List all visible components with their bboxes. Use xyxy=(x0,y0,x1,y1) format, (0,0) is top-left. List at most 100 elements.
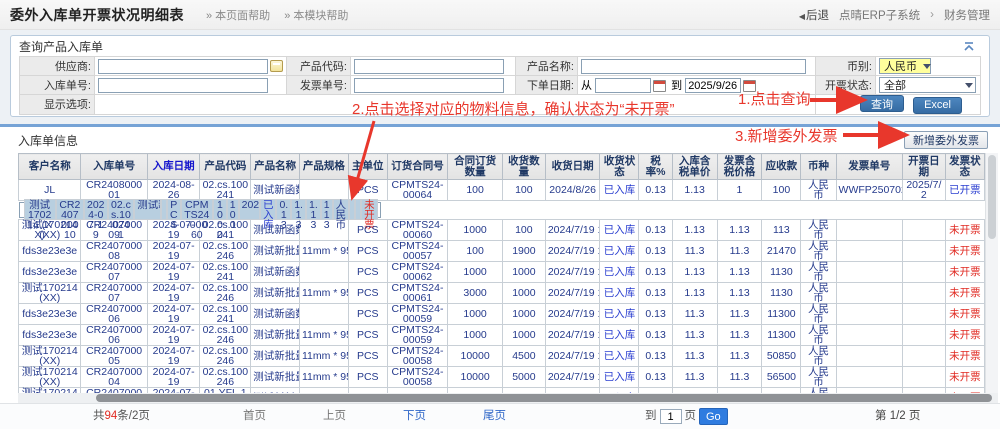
cell: 1.13 xyxy=(306,199,321,220)
table-row[interactable]: fds3e23e3eCR2407000062024-07-1902.cs.100… xyxy=(19,304,985,325)
vertical-scrollbar-thumb[interactable] xyxy=(988,155,996,239)
cell: CR240700006 xyxy=(81,304,147,325)
breadcrumb-module[interactable]: 财务管理 xyxy=(944,7,990,23)
table-row[interactable]: fds3e23e3eCR2407000072024-07-1902.cs.100… xyxy=(19,262,985,283)
column-header-20[interactable]: 发票状态 xyxy=(945,154,984,180)
go-button[interactable]: Go xyxy=(699,408,728,425)
cell: 2024-07-19 xyxy=(147,262,200,283)
product-code-input[interactable] xyxy=(354,59,504,74)
cell: 人民币 xyxy=(801,367,836,388)
page-title: 委外入库单开票状况明细表 xyxy=(10,5,184,25)
horizontal-scrollbar-thumb[interactable] xyxy=(96,394,992,402)
supplier-input[interactable] xyxy=(98,59,268,74)
cell: 2024/7/19 10 xyxy=(545,367,600,388)
grid-section-title: 入库单信息 xyxy=(18,132,78,149)
column-header-2[interactable]: 入库单号 xyxy=(81,154,147,180)
cell: 10000 xyxy=(448,346,503,367)
lookup-icon[interactable] xyxy=(270,60,283,72)
table-row[interactable]: 测试170214 (XX)CR2407000102024-07-1902.cs.… xyxy=(19,202,381,218)
record-count: 共94条/2页 xyxy=(93,404,150,429)
next-page-link[interactable]: 下页 xyxy=(403,404,426,429)
cell: 11mm * 95m xyxy=(299,283,348,304)
inbound-no-input[interactable] xyxy=(98,78,268,93)
breadcrumb-system[interactable]: 点晴ERP子系统 xyxy=(839,7,920,23)
invoice-no-input[interactable] xyxy=(354,78,504,93)
cell: 0.13 xyxy=(639,283,672,304)
cell: 02.cs.100246 xyxy=(200,325,251,346)
table-row[interactable]: JLCR2408000012024-08-2602.cs.100241测试新函数… xyxy=(19,180,985,201)
cell: fds3e23e3e xyxy=(19,325,81,346)
table-row[interactable]: fds3e23e3eCR2407000082024-07-1902.cs.100… xyxy=(19,241,985,262)
cell: 1000 xyxy=(502,325,545,346)
page-help-link[interactable]: » 本页面帮助 xyxy=(206,7,270,23)
cell: 未开票 xyxy=(945,304,984,325)
cell: 人民币 xyxy=(333,199,350,220)
prev-page-link[interactable]: 上页 xyxy=(323,404,346,429)
column-header-18[interactable]: 发票单号 xyxy=(836,154,902,180)
excel-export-button[interactable]: Excel xyxy=(913,97,962,114)
cell: 1000 xyxy=(448,325,503,346)
table-row[interactable]: 测试170214 (XX)CR2407000042024-07-1902.cs.… xyxy=(19,367,985,388)
cell xyxy=(836,283,902,304)
table-row[interactable]: 测试170214 (XX)CR2407000052024-07-1902.cs.… xyxy=(19,346,985,367)
column-header-15[interactable]: 发票含税价格 xyxy=(717,154,762,180)
column-header-16[interactable]: 应收款 xyxy=(762,154,801,180)
first-page-link[interactable]: 首页 xyxy=(243,404,266,429)
cell: WWFP250702001 xyxy=(836,180,902,201)
cell: 1000 xyxy=(502,262,545,283)
search-button[interactable]: 查询 xyxy=(860,95,904,112)
table-area: 客户名称入库单号入库日期产品代码产品名称产品规格主单位订货合同号合同订货数量收货… xyxy=(18,153,985,403)
column-header-6[interactable]: 产品规格 xyxy=(299,154,348,180)
back-arrow-icon: ◀ xyxy=(799,12,805,21)
collapse-panel-icon[interactable] xyxy=(963,41,975,51)
currency-select[interactable]: 人民币 xyxy=(879,58,931,74)
cell: 0.13 xyxy=(639,241,672,262)
horizontal-scrollbar[interactable] xyxy=(18,393,998,403)
cell: 2024-07-19 xyxy=(147,346,200,367)
calendar-icon[interactable] xyxy=(653,80,666,92)
date-from-input[interactable] xyxy=(595,78,651,93)
cell: 11.3 xyxy=(672,346,717,367)
product-name-input[interactable] xyxy=(581,59,806,74)
cell: 2024-07-19 xyxy=(147,283,200,304)
last-page-link[interactable]: 尾页 xyxy=(483,404,506,429)
invoice-status-select[interactable]: 全部 xyxy=(879,77,976,93)
chevron-down-icon xyxy=(965,83,973,88)
column-header-8[interactable]: 订货合同号 xyxy=(387,154,447,180)
column-header-13[interactable]: 税率% xyxy=(639,154,672,180)
back-button[interactable]: ◀后退 xyxy=(799,7,829,23)
cell: 1000 xyxy=(448,304,503,325)
column-header-17[interactable]: 币种 xyxy=(801,154,836,180)
table-row[interactable]: 测试170214 (XX)CR2407000092024-07-1902.cs.… xyxy=(19,220,985,241)
table-row[interactable]: fds3e23e3eCR2407000062024-07-1902.cs.100… xyxy=(19,325,985,346)
column-header-1[interactable]: 客户名称 xyxy=(19,154,81,180)
add-outsource-invoice-button[interactable]: 新增委外发票 xyxy=(904,131,988,149)
table-row[interactable]: 测试170214 (XX)CR2407000072024-07-1902.cs.… xyxy=(19,283,985,304)
cell: CPMTS24-00061 xyxy=(387,283,447,304)
date-to-input[interactable] xyxy=(685,78,741,93)
column-header-10[interactable]: 收货数量 xyxy=(502,154,545,180)
cell: 未开票 xyxy=(945,367,984,388)
cell: PCS xyxy=(348,367,387,388)
column-header-7[interactable]: 主单位 xyxy=(348,154,387,180)
column-header-19[interactable]: 开票日期 xyxy=(902,154,945,180)
page-number-input[interactable] xyxy=(660,409,682,424)
module-help-link[interactable]: » 本模块帮助 xyxy=(284,7,348,23)
column-header-12[interactable]: 收货状态 xyxy=(600,154,639,180)
column-header-3[interactable]: 入库日期 xyxy=(147,154,200,180)
cell: 测试新函数成 xyxy=(251,220,300,241)
cell: CR240700007 xyxy=(81,262,147,283)
annotation-step3: 3.新增委外发票 xyxy=(735,125,838,146)
column-header-9[interactable]: 合同订货数量 xyxy=(448,154,503,180)
cell: 测试170214 (XX) xyxy=(19,283,81,304)
vertical-scrollbar[interactable] xyxy=(985,153,998,403)
cell: 1.13 xyxy=(717,283,762,304)
column-header-5[interactable]: 产品名称 xyxy=(251,154,300,180)
column-header-4[interactable]: 产品代码 xyxy=(200,154,251,180)
column-header-14[interactable]: 入库含税单价 xyxy=(672,154,717,180)
column-header-11[interactable]: 收货日期 xyxy=(545,154,600,180)
cell: 11.3 xyxy=(717,241,762,262)
cell: 0.13 xyxy=(639,346,672,367)
cell: 人民币 xyxy=(801,180,836,201)
cell: CPMTS24-00059 xyxy=(387,304,447,325)
